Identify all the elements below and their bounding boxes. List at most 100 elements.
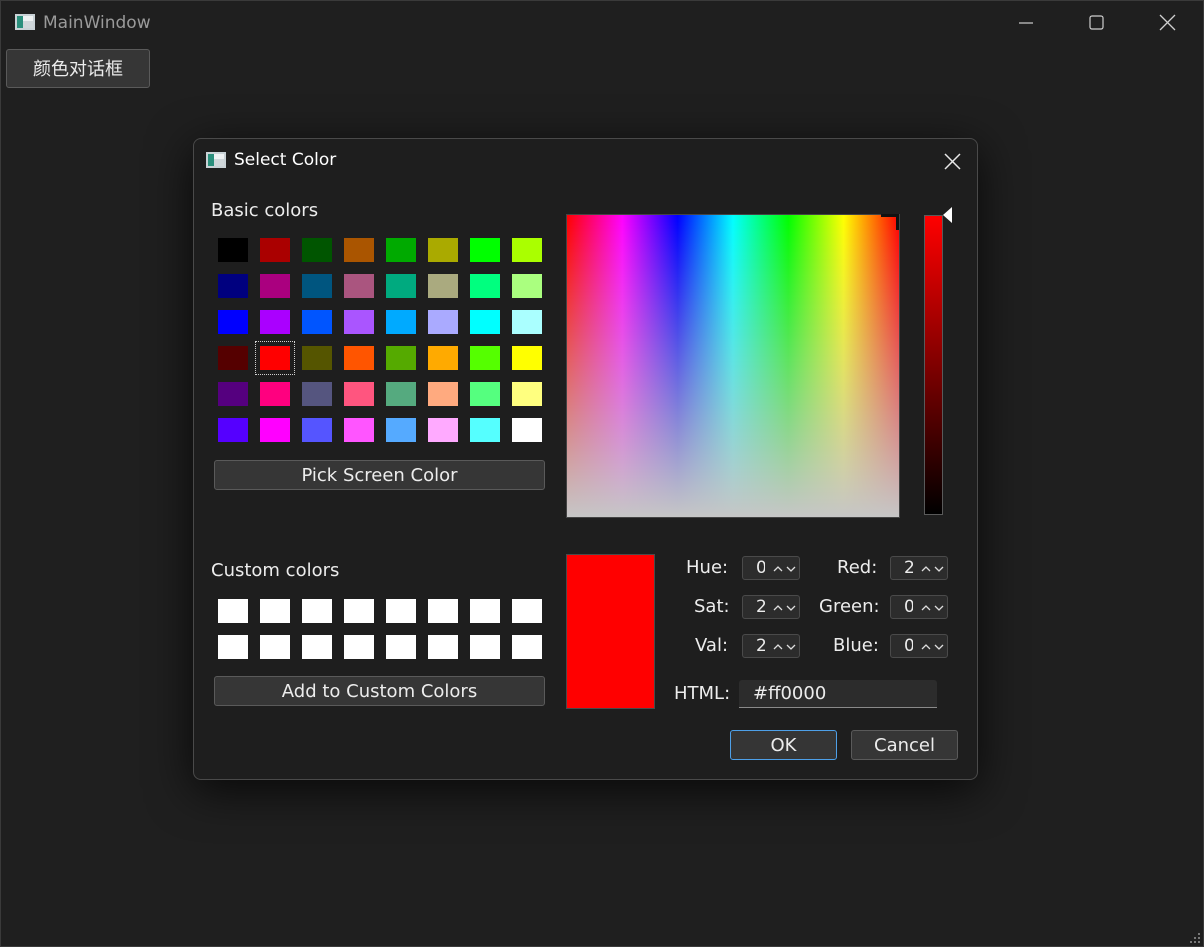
basic-color-swatch[interactable]: [260, 310, 290, 334]
maximize-button[interactable]: [1067, 1, 1127, 45]
val-spinbox[interactable]: 255: [742, 634, 800, 658]
basic-color-swatch[interactable]: [255, 341, 295, 375]
basic-color-swatch[interactable]: [386, 238, 416, 262]
basic-color-swatch[interactable]: [302, 310, 332, 334]
close-icon: [1159, 14, 1176, 31]
basic-color-swatch[interactable]: [470, 346, 500, 370]
basic-color-swatch[interactable]: [470, 310, 500, 334]
basic-color-swatch[interactable]: [470, 418, 500, 442]
minimize-button[interactable]: [997, 1, 1057, 45]
basic-color-swatch[interactable]: [344, 310, 374, 334]
custom-color-swatch[interactable]: [386, 599, 416, 623]
basic-color-swatch[interactable]: [344, 238, 374, 262]
basic-color-swatch[interactable]: [512, 238, 542, 262]
custom-color-swatch[interactable]: [218, 635, 248, 659]
basic-color-swatch[interactable]: [512, 418, 542, 442]
green-spinbox[interactable]: 0: [890, 595, 948, 619]
dialog-close-button[interactable]: [938, 149, 966, 173]
custom-color-swatch[interactable]: [302, 635, 332, 659]
basic-color-swatch[interactable]: [428, 274, 458, 298]
sat-spinbox[interactable]: 255: [742, 595, 800, 619]
custom-color-swatch[interactable]: [512, 635, 542, 659]
custom-color-swatch[interactable]: [218, 599, 248, 623]
basic-color-swatch[interactable]: [344, 418, 374, 442]
custom-color-swatch[interactable]: [260, 635, 290, 659]
pick-screen-color-button[interactable]: Pick Screen Color: [214, 460, 545, 490]
main-titlebar[interactable]: MainWindow: [1, 1, 1203, 45]
basic-color-swatch[interactable]: [344, 274, 374, 298]
basic-color-swatch[interactable]: [512, 274, 542, 298]
spin-arrows-icon[interactable]: [773, 603, 799, 613]
basic-color-swatch[interactable]: [218, 274, 248, 298]
basic-color-swatch[interactable]: [260, 382, 290, 406]
hue-value: 0: [756, 557, 765, 579]
basic-color-swatch[interactable]: [386, 310, 416, 334]
luminance-arrow-icon[interactable]: [943, 207, 953, 223]
spin-arrows-icon[interactable]: [921, 642, 947, 652]
spin-arrows-icon[interactable]: [921, 603, 947, 613]
cancel-button[interactable]: Cancel: [851, 730, 958, 760]
basic-color-swatch[interactable]: [512, 310, 542, 334]
basic-color-swatch[interactable]: [386, 274, 416, 298]
add-to-custom-colors-button[interactable]: Add to Custom Colors: [214, 676, 545, 706]
basic-color-swatch[interactable]: [470, 274, 500, 298]
spin-arrows-icon[interactable]: [773, 642, 799, 652]
basic-color-swatch[interactable]: [428, 238, 458, 262]
basic-color-swatch[interactable]: [302, 274, 332, 298]
open-color-dialog-button[interactable]: 颜色对话框: [6, 49, 150, 88]
spin-arrows-icon[interactable]: [773, 564, 799, 574]
custom-color-swatch[interactable]: [260, 599, 290, 623]
dialog-app-icon: [206, 152, 226, 168]
basic-color-swatch[interactable]: [428, 346, 458, 370]
custom-color-swatch[interactable]: [302, 599, 332, 623]
basic-color-swatch[interactable]: [260, 238, 290, 262]
red-value: 255: [904, 557, 913, 579]
basic-color-swatch[interactable]: [344, 346, 374, 370]
html-color-input[interactable]: [739, 680, 937, 708]
basic-color-swatch[interactable]: [302, 418, 332, 442]
basic-color-swatch[interactable]: [512, 382, 542, 406]
spin-arrows-icon[interactable]: [921, 564, 947, 574]
close-window-button[interactable]: [1138, 1, 1198, 45]
dialog-titlebar[interactable]: Select Color: [194, 139, 977, 183]
basic-color-swatch[interactable]: [218, 418, 248, 442]
basic-color-swatch[interactable]: [470, 382, 500, 406]
basic-color-swatch[interactable]: [428, 382, 458, 406]
green-value: 0: [904, 596, 913, 618]
basic-color-swatch[interactable]: [260, 418, 290, 442]
red-spinbox[interactable]: 255: [890, 556, 948, 580]
luminance-slider[interactable]: [924, 215, 943, 515]
basic-color-swatch[interactable]: [302, 346, 332, 370]
custom-color-swatch[interactable]: [344, 599, 374, 623]
custom-color-swatch[interactable]: [428, 599, 458, 623]
custom-color-swatch[interactable]: [344, 635, 374, 659]
custom-color-swatch[interactable]: [470, 599, 500, 623]
custom-color-swatch[interactable]: [470, 635, 500, 659]
blue-spinbox[interactable]: 0: [890, 634, 948, 658]
basic-color-swatch[interactable]: [218, 382, 248, 406]
basic-color-swatch[interactable]: [428, 310, 458, 334]
custom-color-swatch[interactable]: [386, 635, 416, 659]
maximize-icon: [1089, 15, 1104, 30]
basic-color-swatch[interactable]: [512, 346, 542, 370]
basic-color-swatch[interactable]: [470, 238, 500, 262]
basic-color-swatch[interactable]: [218, 238, 248, 262]
basic-color-swatch[interactable]: [386, 382, 416, 406]
custom-color-swatch[interactable]: [428, 635, 458, 659]
basic-color-swatch[interactable]: [302, 238, 332, 262]
basic-color-swatch[interactable]: [260, 274, 290, 298]
hue-spinbox[interactable]: 0: [742, 556, 800, 580]
resize-grip-icon[interactable]: [1187, 930, 1201, 944]
basic-color-swatch[interactable]: [344, 382, 374, 406]
basic-color-swatch[interactable]: [218, 346, 248, 370]
sat-value: 255: [756, 596, 765, 618]
basic-color-swatch[interactable]: [302, 382, 332, 406]
basic-color-swatch[interactable]: [218, 310, 248, 334]
custom-color-swatch[interactable]: [512, 599, 542, 623]
basic-color-swatch[interactable]: [428, 418, 458, 442]
basic-color-swatch[interactable]: [386, 346, 416, 370]
ok-button[interactable]: OK: [730, 730, 837, 760]
basic-color-swatch[interactable]: [386, 418, 416, 442]
html-label: HTML:: [674, 683, 731, 704]
hue-saturation-picker[interactable]: [566, 214, 900, 518]
